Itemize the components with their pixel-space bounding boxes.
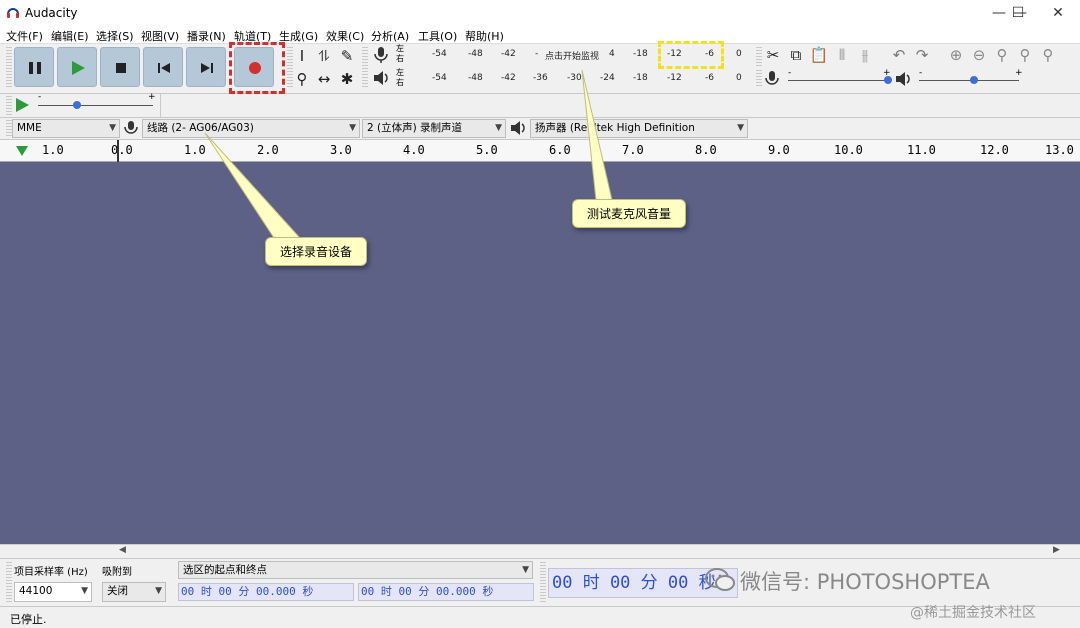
selection-mode-select[interactable]: 选区的起点和终点 ▼ — [178, 561, 533, 579]
input-device-select[interactable]: 线路 (2- AG06/AG03) ▼ — [142, 119, 360, 138]
paste-icon[interactable]: 📋 — [809, 45, 829, 65]
silence-icon[interactable]: ⫵ — [855, 45, 875, 65]
track-area[interactable] — [0, 162, 1080, 544]
menu-file[interactable]: 文件(F) — [6, 28, 43, 44]
menu-bar: 文件(F) 编辑(E) 选择(S) 视图(V) 播录(N) 轨道(T) 生成(G… — [0, 26, 1080, 44]
skip-end-button[interactable] — [186, 47, 226, 87]
timeshift-tool-icon[interactable]: ↔ — [314, 69, 334, 89]
project-rate-select[interactable]: 44100 ▼ — [14, 582, 92, 602]
cut-icon[interactable]: ✂ — [763, 45, 783, 65]
envelope-tool-icon[interactable]: ⥮ — [314, 46, 334, 66]
record-volume-icon — [765, 71, 779, 85]
play-speed-slider[interactable] — [38, 105, 153, 106]
record-volume-thumb[interactable] — [884, 76, 892, 84]
meter-grip[interactable] — [362, 47, 368, 89]
play-at-speed-toolbar — [0, 94, 1080, 118]
skip-end-icon — [201, 63, 213, 73]
microphone-icon[interactable] — [372, 46, 390, 64]
input-device-microphone-icon — [124, 121, 138, 134]
skip-start-icon — [158, 63, 170, 73]
menu-view[interactable]: 视图(V) — [141, 28, 179, 44]
selection-grip[interactable] — [6, 562, 12, 602]
record-meter-prompt: 点击开始监视 — [545, 52, 600, 62]
play-at-speed-icon[interactable] — [14, 97, 30, 113]
maximize-button[interactable]: ☐ — [998, 0, 1038, 26]
toolbar-grip[interactable] — [6, 47, 12, 87]
speaker-icon[interactable] — [372, 69, 390, 87]
pause-button[interactable] — [14, 47, 54, 87]
play-volume-thumb[interactable] — [970, 76, 978, 84]
copy-icon[interactable]: ⧉ — [786, 45, 806, 65]
redo-icon[interactable]: ↷ — [912, 45, 932, 65]
menu-transport[interactable]: 播录(N) — [187, 28, 226, 44]
window-title: Audacity — [25, 6, 78, 20]
edit-grip[interactable] — [756, 47, 762, 67]
channels-select[interactable]: 2 (立体声) 录制声道 ▼ — [362, 119, 506, 138]
zoom-out-icon[interactable]: ⊖ — [969, 45, 989, 65]
meter-level-highlight — [658, 41, 724, 69]
skip-start-button[interactable] — [143, 47, 183, 87]
menu-effect[interactable]: 效果(C) — [326, 28, 364, 44]
audio-host-select[interactable]: MME ▼ — [12, 119, 120, 138]
menu-tools[interactable]: 工具(O) — [418, 28, 457, 44]
close-button[interactable]: ✕ — [1038, 0, 1078, 26]
horizontal-scrollbar[interactable]: ◀ ▶ — [0, 544, 1080, 558]
fit-selection-icon[interactable]: ⚲ — [992, 45, 1012, 65]
selection-start-time[interactable]: 00 时 00 分 00.000 秒 — [178, 583, 354, 601]
menu-help[interactable]: 帮助(H) — [465, 28, 504, 44]
stop-icon — [116, 63, 126, 73]
snap-to-label: 吸附到 — [102, 567, 132, 578]
record-highlight — [229, 42, 285, 94]
stop-button[interactable] — [100, 47, 140, 87]
play-meter-channels: 左右 — [396, 68, 404, 87]
menu-edit[interactable]: 编辑(E) — [51, 28, 89, 44]
undo-icon[interactable]: ↶ — [889, 45, 909, 65]
play-speed-grip[interactable] — [6, 96, 12, 116]
multi-tool-icon[interactable]: ✱ — [337, 69, 357, 89]
trim-icon[interactable]: ⫴ — [832, 45, 852, 65]
play-meter[interactable]: -54 -48 -42 -36 -30 -24 -18 -12 -6 0 — [407, 69, 747, 89]
status-text: 已停止. — [10, 613, 47, 626]
output-device-select[interactable]: 扬声器 (Realtek High Definition ▼ — [530, 119, 748, 138]
scroll-left-icon[interactable]: ◀ — [119, 545, 126, 555]
play-icon — [72, 61, 85, 75]
zoom-in-icon[interactable]: ⊕ — [946, 45, 966, 65]
fit-project-icon[interactable]: ⚲ — [1015, 45, 1035, 65]
timeline-options-icon[interactable] — [15, 145, 29, 157]
callout-select-device: 选择录音设备 — [265, 237, 368, 266]
wechat-watermark: 微信号: PHOTOSHOPTEA — [740, 570, 990, 594]
title-bar: Audacity — — [0, 0, 1080, 26]
snap-to-select[interactable]: 关闭 ▼ — [102, 582, 166, 602]
menu-analyze[interactable]: 分析(A) — [371, 28, 409, 44]
wechat-logo-icon — [705, 568, 735, 591]
selection-end-time[interactable]: 00 时 00 分 00.000 秒 — [358, 583, 534, 601]
selection-tool-icon[interactable]: I — [292, 46, 312, 66]
project-rate-label: 项目采样率 (Hz) — [14, 567, 88, 578]
zoom-toggle-icon[interactable]: ⚲ — [1038, 45, 1058, 65]
play-volume-icon — [896, 72, 910, 86]
pause-icon — [29, 62, 41, 74]
play-button[interactable] — [57, 47, 97, 87]
site-watermark: @稀土掘金技术社区 — [910, 605, 1036, 621]
record-meter-channels: 左右 — [396, 44, 404, 63]
output-device-speaker-icon — [511, 121, 525, 135]
scroll-right-icon[interactable]: ▶ — [1053, 545, 1060, 555]
audacity-logo-icon — [7, 8, 19, 18]
zoom-tool-icon[interactable]: ⚲ — [292, 69, 312, 89]
timeline-ruler[interactable]: 1.0 0.0 1.0 2.0 3.0 4.0 5.0 6.0 7.0 8.0 … — [0, 140, 1080, 162]
time-grip[interactable] — [540, 562, 546, 602]
draw-tool-icon[interactable]: ✎ — [337, 46, 357, 66]
play-speed-thumb[interactable] — [73, 101, 81, 109]
play-volume-slider[interactable] — [919, 80, 1019, 81]
record-volume-slider[interactable] — [788, 80, 888, 81]
menu-select[interactable]: 选择(S) — [96, 28, 134, 44]
callout-test-mic: 测试麦克风音量 — [572, 199, 687, 228]
mixer-grip[interactable] — [756, 70, 762, 88]
